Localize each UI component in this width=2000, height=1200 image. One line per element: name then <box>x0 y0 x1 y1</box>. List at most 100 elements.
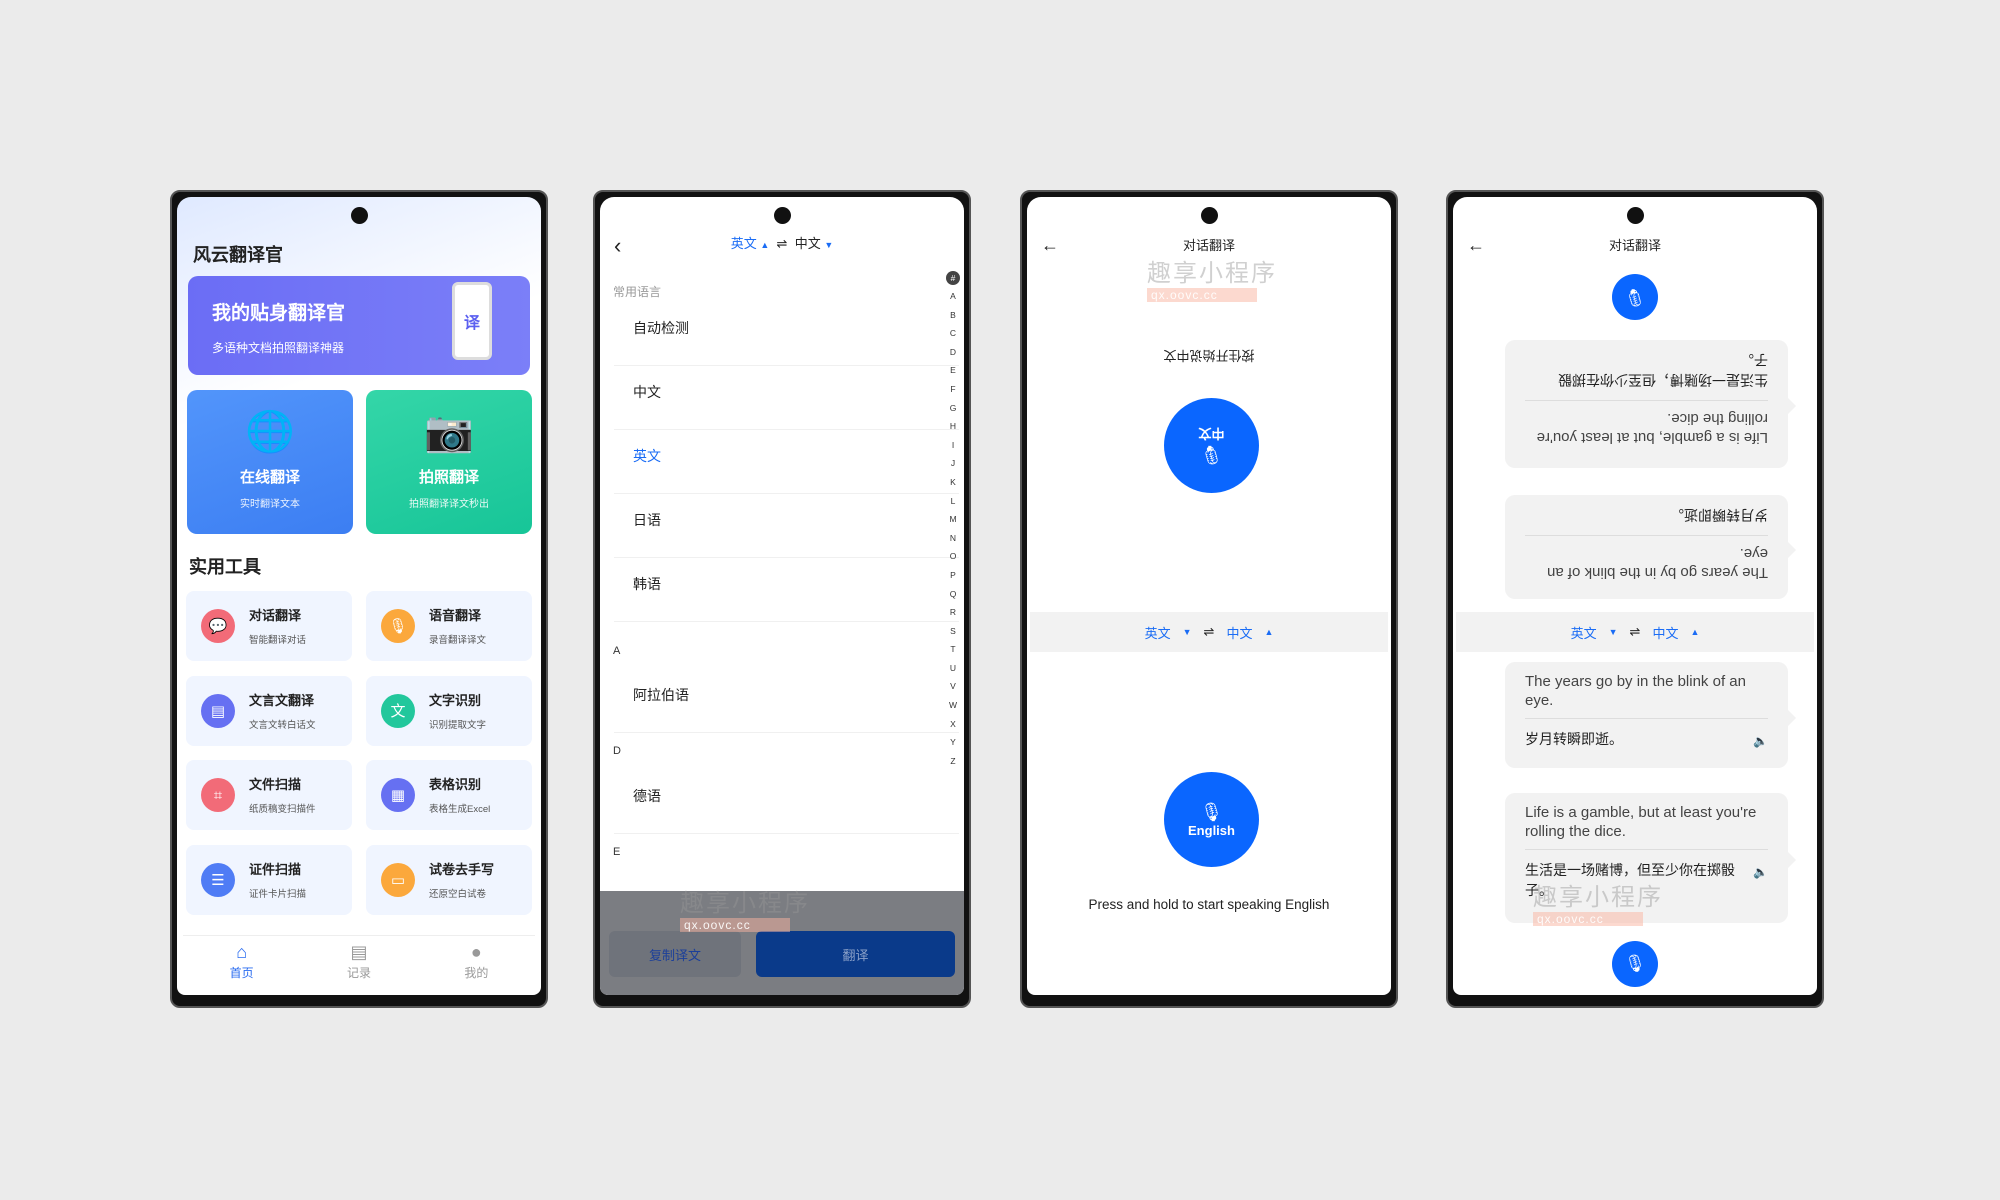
speak-chinese-button[interactable]: 🎙 中文 <box>1164 398 1259 493</box>
tool-book[interactable]: ▤ 文言文翻译 文言文转白话文 <box>186 675 352 746</box>
index-letter[interactable]: H <box>946 417 960 436</box>
bottom-mic-button[interactable]: 🎙 <box>1612 941 1658 987</box>
tool-scan[interactable]: ⌗ 文件扫描 纸质稿变扫描件 <box>186 760 352 830</box>
source-language[interactable]: 英文 <box>1571 623 1597 642</box>
index-letter[interactable]: F <box>946 380 960 399</box>
page-title: 对话翻译 <box>1182 238 1235 253</box>
index-letter[interactable]: B <box>946 306 960 325</box>
speaker-icon[interactable]: 🔈 <box>1753 731 1768 751</box>
microphone-icon: 🎙 <box>1200 801 1223 822</box>
tab-label: 首页 <box>229 966 254 980</box>
index-letter[interactable]: L <box>946 492 960 511</box>
tab-profile[interactable]: ● 我的 <box>418 936 535 995</box>
translate-button[interactable]: 翻译 <box>756 931 955 977</box>
message-bubble-flipped: Life is a gamble, but at least you're ro… <box>1505 340 1796 468</box>
text-scan-icon: 文 <box>381 693 415 728</box>
tool-subtitle: 证件卡片扫描 <box>249 888 307 900</box>
index-letter[interactable]: J <box>946 454 960 473</box>
index-letter[interactable]: U <box>946 659 960 678</box>
swap-icon[interactable]: ⇌ <box>1204 624 1215 640</box>
index-letter[interactable]: X <box>946 715 960 734</box>
target-language[interactable]: 中文 <box>1226 623 1252 642</box>
watermark: 趣享小程序 qx.oovc.cc <box>1533 884 1663 926</box>
index-letter[interactable]: V <box>946 677 960 696</box>
index-letter[interactable]: O <box>946 547 960 566</box>
message-chinese: 岁月转瞬即逝。 <box>1670 507 1768 523</box>
tool-id-card[interactable]: ☰ 证件扫描 证件卡片扫描 <box>186 844 352 915</box>
language-item[interactable]: 自动检测 <box>614 302 959 366</box>
index-letter[interactable]: C <box>946 324 960 343</box>
index-letter[interactable]: S <box>946 622 960 641</box>
promo-banner[interactable]: 我的贴身翻译官 多语种文档拍照翻译神器 译 <box>188 276 530 375</box>
speaker-icon[interactable]: 🔈 <box>1753 862 1768 882</box>
camera-notch <box>774 207 791 224</box>
index-letter[interactable]: Z <box>946 752 960 771</box>
target-language[interactable]: 中文 <box>1652 623 1678 642</box>
globe-translate-icon: 🌐 <box>245 410 295 454</box>
microphone-icon: 🎙 <box>1624 288 1646 307</box>
index-letter[interactable]: Y <box>946 733 960 752</box>
message-english: The years go by in the blink of an eye. <box>1525 672 1768 719</box>
index-letter[interactable]: Q <box>946 585 960 604</box>
tab-label: 我的 <box>464 966 489 980</box>
phone-language-picker: ‹ 英文 ▲ ⇌ 中文 ▼ 常用语言 自动检测 中文 英文 日语 韩语 A 阿拉伯语 D… <box>593 190 971 1008</box>
index-letter[interactable]: M <box>946 510 960 529</box>
source-language[interactable]: 英文 <box>1145 623 1171 642</box>
tool-title: 文件扫描 <box>249 777 302 792</box>
index-letter[interactable]: A <box>946 287 960 306</box>
section-letter: A <box>613 645 621 657</box>
tool-document[interactable]: ▭ 试卷去手写 还原空白试卷 <box>366 844 532 915</box>
language-item[interactable]: 韩语 <box>614 558 959 622</box>
tool-table[interactable]: ▦ 表格识别 表格生成Excel <box>366 760 532 830</box>
target-language[interactable]: 中文 <box>795 236 821 251</box>
swap-icon[interactable]: ⇌ <box>1630 624 1641 640</box>
language-bar: 英文 ▼ ⇌ 中文 ▲ <box>1456 612 1814 652</box>
table-icon: ▦ <box>381 778 415 812</box>
tool-subtitle: 纸质稿变扫描件 <box>249 804 316 815</box>
chat-icon: 💬 <box>201 609 235 643</box>
index-letter[interactable]: D <box>946 343 960 362</box>
index-letter[interactable]: N <box>946 529 960 548</box>
phone-illustration: 译 <box>452 282 492 360</box>
index-letter[interactable]: W <box>946 696 960 715</box>
tab-records[interactable]: ▤ 记录 <box>300 936 417 995</box>
copy-translation-button[interactable]: 复制译文 <box>609 931 741 977</box>
watermark: 趣享小程序 qx.oovc.cc <box>1147 260 1277 302</box>
clipboard-icon: ▤ <box>350 942 368 962</box>
caret-up-icon: ▲ <box>760 240 770 250</box>
tab-home[interactable]: ⌂ 首页 <box>183 936 300 995</box>
index-letter[interactable]: R <box>946 603 960 622</box>
tool-text-scan[interactable]: 文文字识别 识别提取文字 <box>366 675 532 746</box>
microphone-icon: 🎙 <box>1624 954 1646 973</box>
translate-badge: 译 <box>463 315 480 332</box>
index-letter[interactable]: # <box>946 271 960 285</box>
language-item[interactable]: 英文 <box>614 430 959 494</box>
language-item[interactable]: 中文 <box>614 366 959 430</box>
language-item[interactable]: 德语 <box>614 770 959 834</box>
index-letter[interactable]: G <box>946 399 960 418</box>
index-letter[interactable]: P <box>946 566 960 585</box>
language-item[interactable]: 阿拉伯语 <box>614 669 959 733</box>
tool-microphone[interactable]: 🎙 语音翻译 录音翻译译文 <box>366 591 532 661</box>
bottom-tab-bar: ⌂ 首页 ▤ 记录 ● 我的 <box>183 935 535 995</box>
page-title: 对话翻译 <box>1608 238 1661 253</box>
alphabet-index[interactable]: # A B C D E F G H I J K L M N O P Q R S T U V W X Y Z <box>946 271 960 770</box>
index-letter[interactable]: T <box>946 640 960 659</box>
language-selector: 英文 ▲ ⇌ 中文 ▼ <box>600 233 964 252</box>
index-letter[interactable]: E <box>946 361 960 380</box>
index-letter[interactable]: K <box>946 473 960 492</box>
card-title: 在线翻译 <box>239 469 300 486</box>
phone-conversation-history: ← 对话翻译 🎙 Life is a gamble, but at least … <box>1446 190 1824 1008</box>
photo-translate-card[interactable]: 📷 拍照翻译 拍照翻译译文秒出 <box>366 390 532 534</box>
swap-icon[interactable]: ⇌ <box>777 236 788 251</box>
message-bubble-flipped: The years go by in the blink of an eye. 岁… <box>1505 495 1796 599</box>
source-language[interactable]: 英文 <box>731 236 757 251</box>
speak-english-button[interactable]: 🎙 English <box>1164 772 1259 867</box>
top-mic-button[interactable]: 🎙 <box>1612 274 1658 320</box>
index-letter[interactable]: I <box>946 436 960 455</box>
online-translate-card[interactable]: 🌐 在线翻译 实时翻译文本 <box>187 390 353 534</box>
language-item[interactable]: 日语 <box>614 494 959 558</box>
tool-title: 语音翻译 <box>429 608 482 623</box>
tool-subtitle: 识别提取文字 <box>429 719 487 731</box>
tool-chat[interactable]: 💬 对话翻译 智能翻译对话 <box>186 591 352 661</box>
